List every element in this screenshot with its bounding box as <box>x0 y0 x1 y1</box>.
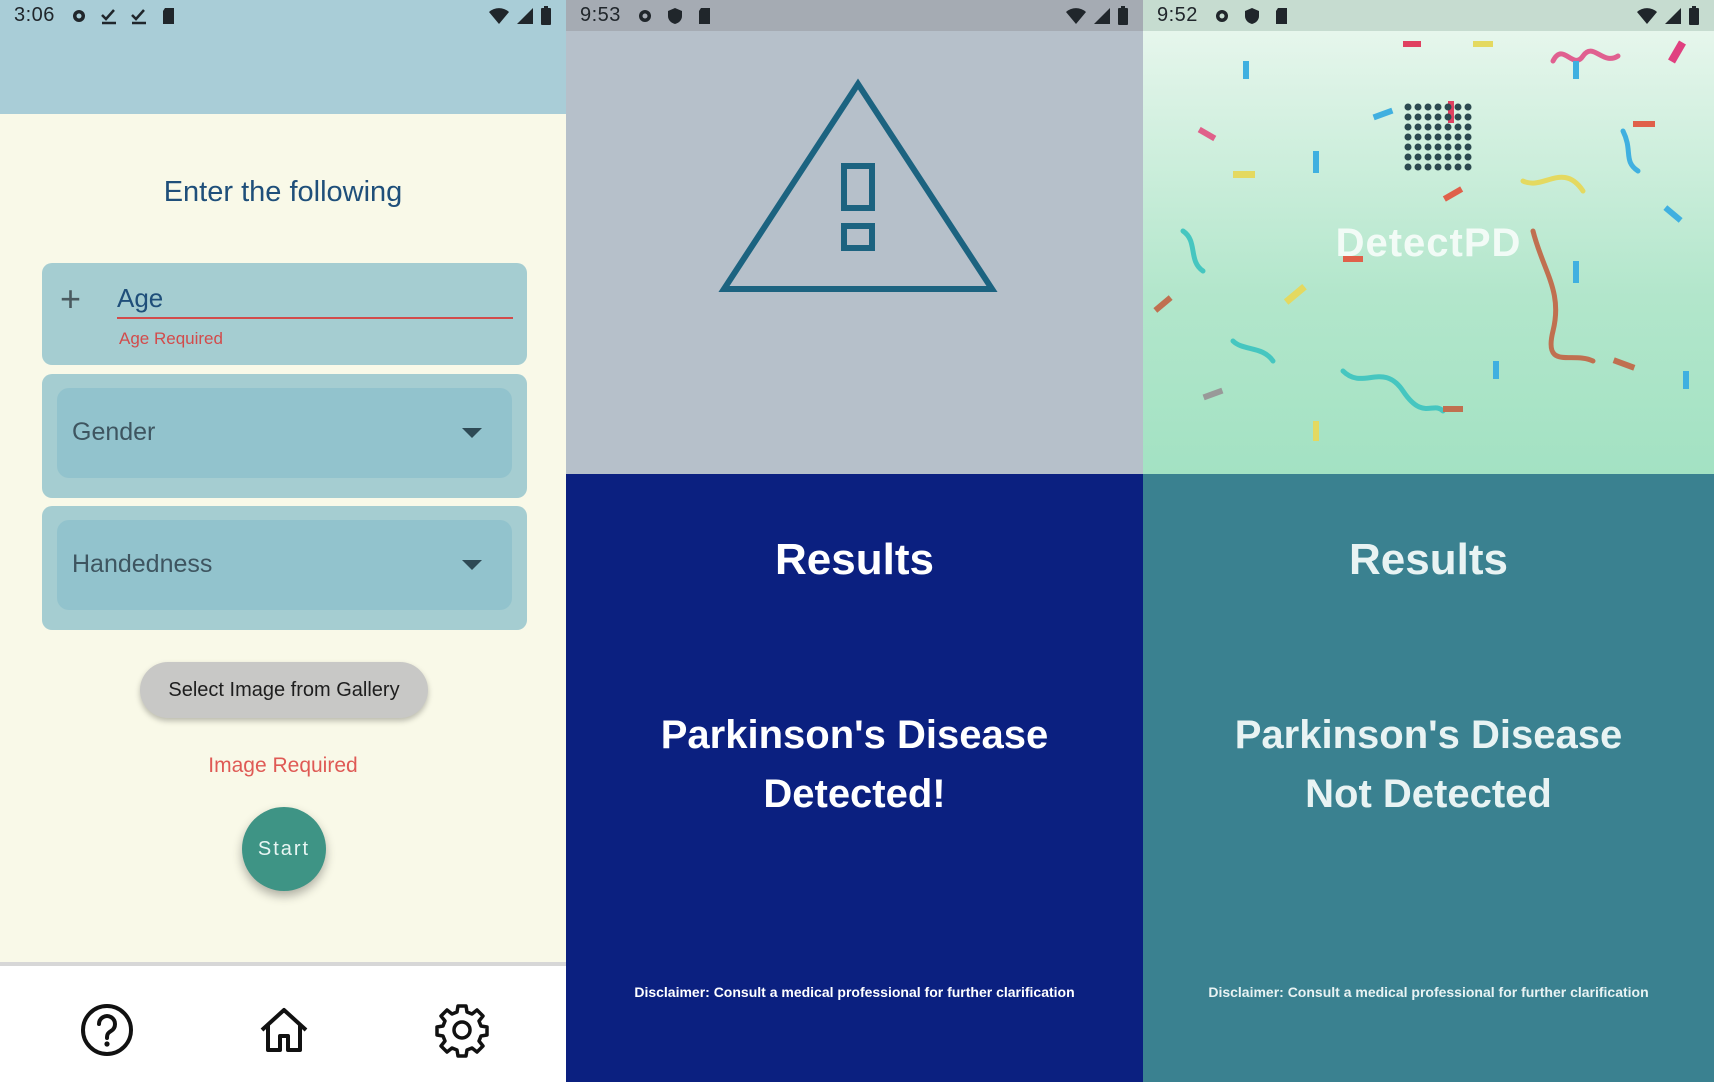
status-bar: 9:52 <box>1143 0 1714 31</box>
battery-icon <box>541 5 551 25</box>
help-icon[interactable] <box>79 1002 135 1058</box>
result-line-2: Not Detected <box>1305 772 1552 816</box>
app-bar <box>0 31 566 114</box>
dropdown-arrow-icon <box>462 560 482 570</box>
wifi-icon <box>489 7 509 24</box>
result-line-1: Parkinson's Disease <box>1234 713 1623 757</box>
dropdown-arrow-icon <box>462 428 482 438</box>
gender-label: Gender <box>72 418 156 446</box>
results-title: Results <box>1349 535 1508 584</box>
gender-card: Gender <box>42 374 527 498</box>
status-time: 9:52 <box>1157 4 1198 26</box>
settings-icon[interactable] <box>434 1002 490 1058</box>
image-error-text: Image Required <box>208 754 358 777</box>
disclaimer-text: Disclaimer: Consult a medical profession… <box>1208 984 1649 1000</box>
check-status-icon <box>101 8 116 24</box>
age-error-text: Age Required <box>119 329 223 348</box>
bottom-nav <box>0 962 566 1082</box>
settings-status-icon <box>72 9 85 22</box>
handedness-dropdown[interactable]: Handedness <box>57 520 512 610</box>
home-icon[interactable] <box>256 1002 312 1058</box>
disclaimer-text: Disclaimer: Consult a medical profession… <box>634 984 1075 1000</box>
settings-status-icon <box>638 9 651 22</box>
result-not-detected-screen: 9:52 DetectPD Results Parkinson's Diseas… <box>1143 0 1714 1082</box>
result-line-1: Parkinson's Disease <box>660 713 1049 757</box>
signal-icon <box>517 7 533 24</box>
settings-status-icon <box>1215 9 1228 22</box>
age-card: + Age Age Required <box>42 263 527 365</box>
warning-icon <box>718 78 998 292</box>
battery-icon <box>1689 5 1699 25</box>
battery-icon <box>1118 5 1128 25</box>
handedness-card: Handedness <box>42 506 527 630</box>
wifi-icon <box>1637 7 1657 24</box>
age-input[interactable]: Age <box>117 281 513 319</box>
results-title: Results <box>775 535 934 584</box>
status-bar: 9:53 <box>566 0 1143 31</box>
start-button[interactable]: Start <box>242 807 326 891</box>
shield-status-icon <box>667 7 682 24</box>
sd-card-icon <box>162 7 174 24</box>
signal-icon <box>1665 7 1681 24</box>
detectpd-logo <box>1404 103 1472 171</box>
gender-dropdown[interactable]: Gender <box>57 388 512 478</box>
wifi-icon <box>1066 7 1086 24</box>
status-time: 3:06 <box>14 4 55 26</box>
sd-card-icon <box>1275 7 1287 24</box>
shield-status-icon <box>1244 7 1259 24</box>
input-form-screen: 3:06 Enter the following + Age Age Requi… <box>0 0 566 1082</box>
check-status-icon <box>131 8 146 24</box>
status-bar: 3:06 <box>0 0 566 31</box>
form-heading: Enter the following <box>163 176 403 208</box>
select-image-button[interactable]: Select Image from Gallery <box>140 662 428 718</box>
sd-card-icon <box>698 7 710 24</box>
result-detected-screen: 9:53 Results Parkinson's Disease Detecte… <box>566 0 1143 1082</box>
handedness-label: Handedness <box>72 550 213 578</box>
result-message: Parkinson's Disease Detected! <box>566 706 1143 824</box>
plus-icon: + <box>60 278 82 319</box>
brand-name: DetectPD <box>1335 221 1522 265</box>
result-message: Parkinson's Disease Not Detected <box>1143 706 1714 824</box>
result-line-2: Detected! <box>763 772 946 816</box>
celebration-banner: DetectPD <box>1143 31 1714 474</box>
signal-icon <box>1094 7 1110 24</box>
status-time: 9:53 <box>580 4 621 26</box>
result-banner <box>566 31 1143 474</box>
